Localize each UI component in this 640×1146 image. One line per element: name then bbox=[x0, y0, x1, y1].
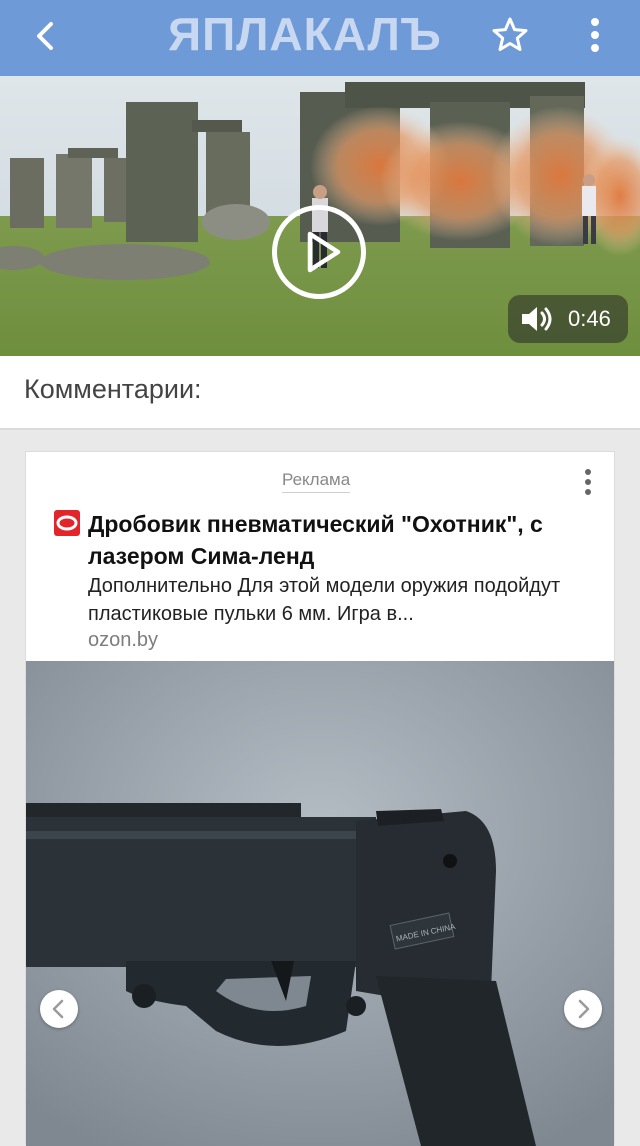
ad-product-image[interactable]: MADE IN CHINA bbox=[26, 661, 614, 1146]
ad-domain[interactable]: ozon.by bbox=[88, 629, 158, 652]
mute-button[interactable] bbox=[520, 305, 554, 333]
more-options-button[interactable] bbox=[580, 12, 610, 58]
play-button[interactable] bbox=[272, 205, 366, 299]
comments-section-header: Комментарии: bbox=[0, 356, 640, 430]
chevron-left-icon bbox=[52, 999, 64, 1019]
star-icon bbox=[492, 17, 528, 51]
video-duration: 0:46 bbox=[568, 306, 611, 331]
favorite-button[interactable] bbox=[487, 12, 533, 58]
chevron-left-icon bbox=[37, 22, 53, 50]
more-vertical-icon bbox=[591, 18, 599, 52]
ad-title[interactable]: Дробовик пневматический "Охотник", с лаз… bbox=[88, 508, 598, 572]
ad-label: Реклама bbox=[282, 470, 351, 493]
ad-description: Дополнительно Для этой модели оружия под… bbox=[88, 575, 561, 625]
volume-icon bbox=[522, 307, 552, 331]
video-controls: 0:46 bbox=[508, 295, 628, 343]
back-button[interactable] bbox=[24, 14, 68, 58]
ad-more-button[interactable] bbox=[576, 464, 600, 500]
play-icon bbox=[307, 231, 341, 273]
carousel-next-button[interactable] bbox=[564, 990, 602, 1028]
chevron-right-icon bbox=[578, 999, 590, 1019]
site-logo[interactable]: ЯПЛАКАЛЪ bbox=[168, 8, 468, 60]
ad-card[interactable]: Реклама Дробовик пневматический "Охотник… bbox=[25, 451, 615, 1146]
comments-title: Комментарии: bbox=[24, 374, 202, 404]
more-vertical-icon bbox=[585, 469, 591, 495]
ozon-favicon-icon bbox=[54, 510, 80, 536]
top-app-bar: ЯПЛАКАЛЪ bbox=[0, 0, 640, 76]
shotgun-image: MADE IN CHINA bbox=[26, 661, 614, 1146]
carousel-prev-button[interactable] bbox=[40, 990, 78, 1028]
